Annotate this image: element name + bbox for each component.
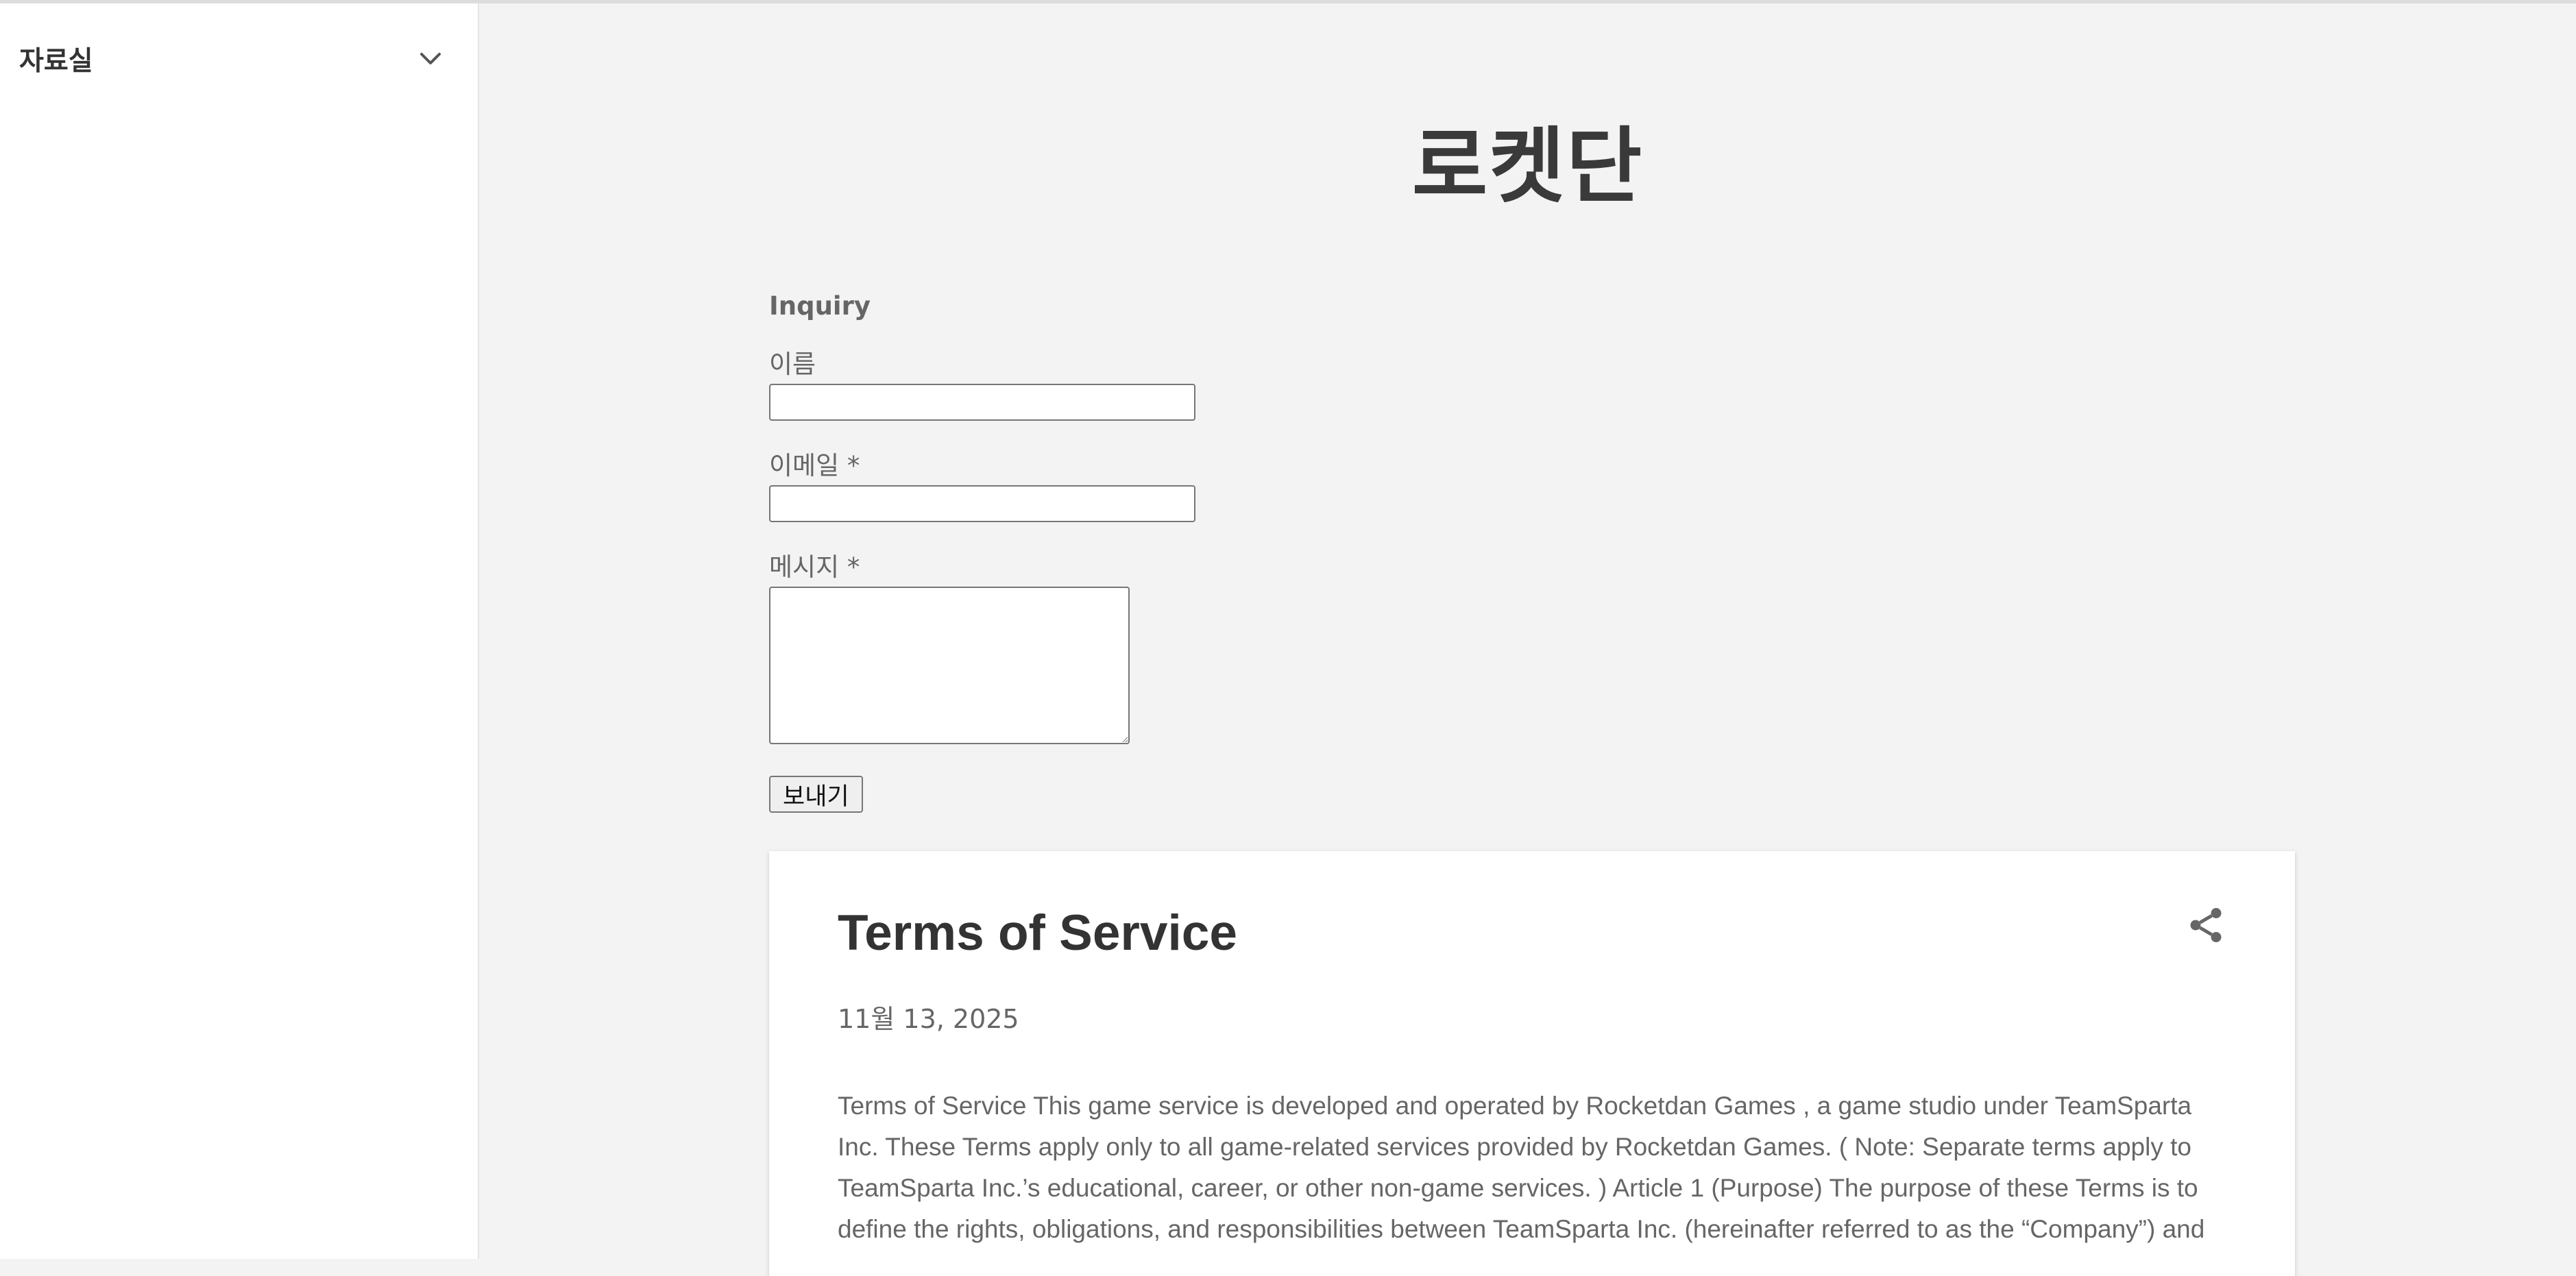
post-date: 11월 13, 2025 <box>838 1004 1019 1034</box>
message-label: 메시지 * <box>769 552 860 582</box>
blog-title[interactable]: 로켓단 <box>479 99 2576 219</box>
post-card: Terms of Service 11월 13, 2025 Terms of S… <box>769 851 2295 1276</box>
share-icon[interactable] <box>2185 905 2226 946</box>
name-input[interactable] <box>769 384 1195 421</box>
contact-form: Inquiry 이름 이메일 * 메시지 * 보내기 <box>769 291 1386 813</box>
post-title[interactable]: Terms of Service <box>838 905 1237 961</box>
sidebar-title: 자료실 <box>19 46 93 77</box>
main-content: 로켓단 Inquiry 이름 이메일 * 메시지 * 보내기 Terms of … <box>479 3 2576 1276</box>
sidebar-section-toggle[interactable]: 자료실 <box>19 35 444 83</box>
email-input[interactable] <box>769 485 1195 522</box>
chevron-down-icon[interactable] <box>417 45 444 73</box>
post-body: Terms of Service This game service is de… <box>838 1092 2205 1243</box>
send-button[interactable]: 보내기 <box>769 776 863 813</box>
sidebar: 자료실 <box>0 3 479 1259</box>
email-label: 이메일 * <box>769 451 860 480</box>
message-textarea[interactable] <box>769 587 1130 744</box>
form-heading: Inquiry <box>769 291 871 321</box>
name-label: 이름 <box>769 349 816 379</box>
